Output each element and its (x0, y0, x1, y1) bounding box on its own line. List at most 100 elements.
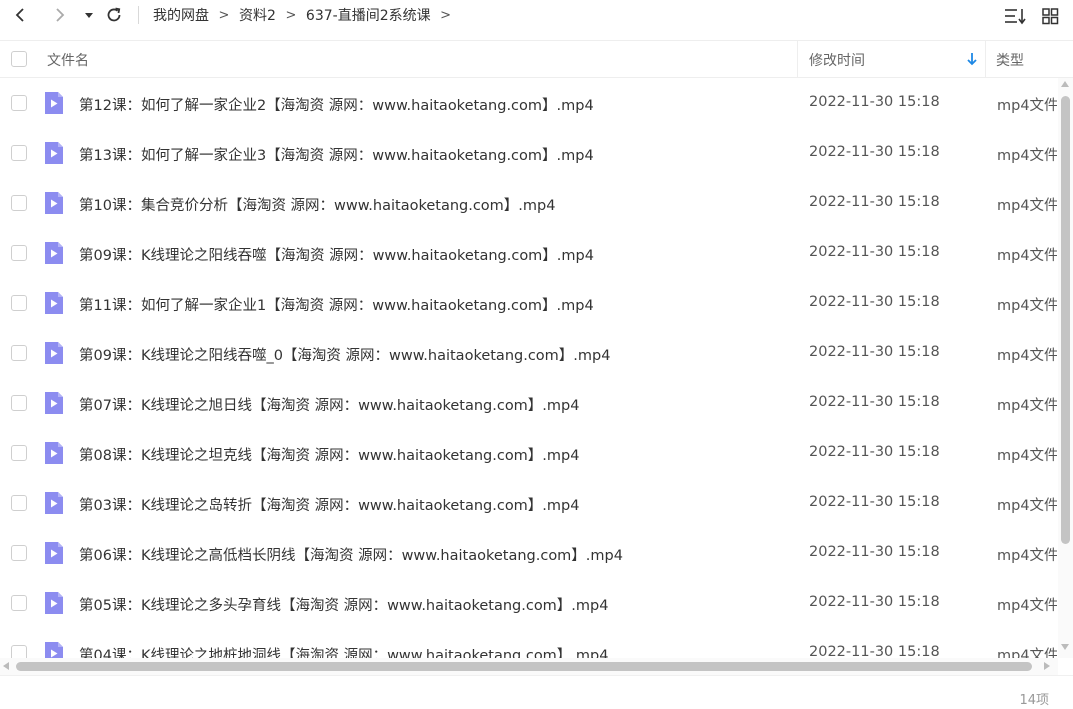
column-type-header[interactable]: 类型 (996, 50, 1024, 70)
breadcrumb-item-current[interactable]: 637-直播间2系统课 (306, 5, 431, 25)
file-type: mp4文件 (997, 398, 1057, 414)
video-file-icon (45, 592, 63, 614)
column-time-header[interactable]: 修改时间 (809, 50, 865, 70)
video-file-icon (45, 242, 63, 264)
video-file-icon (45, 442, 63, 464)
column-header: 文件名 修改时间 类型 (0, 40, 1073, 78)
file-modified-time: 2022-11-30 15:18 (809, 394, 940, 410)
file-modified-time: 2022-11-30 15:18 (809, 144, 940, 160)
row-checkbox[interactable] (11, 345, 27, 361)
file-name[interactable]: 第13课：如何了解一家企业3【海淘资 源网：www.haitaoketang.c… (79, 144, 594, 165)
horizontal-scroll-thumb[interactable] (16, 662, 1032, 671)
file-name[interactable]: 第07课：K线理论之旭日线【海淘资 源网：www.haitaoketang.co… (79, 394, 579, 415)
grid-view-button[interactable] (1039, 5, 1061, 27)
file-row[interactable]: 第07课：K线理论之旭日线【海淘资 源网：www.haitaoketang.co… (0, 378, 1057, 428)
video-file-icon (45, 642, 63, 658)
column-divider[interactable] (797, 41, 798, 77)
file-name[interactable]: 第04课：K线理论之地桩地洞线【海淘资 源网：www.haitaoketang.… (79, 644, 608, 658)
vertical-scroll-thumb[interactable] (1061, 96, 1070, 544)
file-modified-time: 2022-11-30 15:18 (809, 194, 940, 210)
file-name[interactable]: 第06课：K线理论之高低档长阴线【海淘资 源网：www.haitaoketang… (79, 544, 623, 565)
file-type: mp4文件 (997, 648, 1057, 658)
file-type: mp4文件 (997, 448, 1057, 464)
file-modified-time: 2022-11-30 15:18 (809, 594, 940, 610)
history-dropdown-button[interactable] (78, 4, 100, 26)
scroll-up-arrow-icon[interactable] (1061, 81, 1069, 87)
video-file-icon (45, 392, 63, 414)
file-row[interactable]: 第04课：K线理论之地桩地洞线【海淘资 源网：www.haitaoketang.… (0, 628, 1057, 658)
file-name[interactable]: 第05课：K线理论之多头孕育线【海淘资 源网：www.haitaoketang.… (79, 594, 608, 615)
row-checkbox[interactable] (11, 445, 27, 461)
column-divider[interactable] (985, 41, 986, 77)
refresh-icon (107, 7, 121, 22)
breadcrumb: 我的网盘 > 资料2 > 637-直播间2系统课 > (153, 5, 461, 25)
file-type: mp4文件 (997, 298, 1057, 314)
breadcrumb-item-folder[interactable]: 资料2 (239, 5, 276, 25)
sort-list-icon (1005, 9, 1026, 25)
file-row[interactable]: 第06课：K线理论之高低档长阴线【海淘资 源网：www.haitaoketang… (0, 528, 1057, 578)
back-button[interactable] (10, 4, 32, 26)
file-row[interactable]: 第09课：K线理论之阳线吞噬_0【海淘资 源网：www.haitaoketang… (0, 328, 1057, 378)
scroll-left-arrow-icon[interactable] (3, 662, 9, 670)
toolbar: 我的网盘 > 资料2 > 637-直播间2系统课 > (0, 0, 1073, 32)
breadcrumb-item-root[interactable]: 我的网盘 (153, 5, 209, 25)
row-checkbox[interactable] (11, 195, 27, 211)
vertical-scrollbar[interactable] (1058, 78, 1073, 658)
file-type: mp4文件 (997, 98, 1057, 114)
video-file-icon (45, 342, 63, 364)
video-file-icon (45, 292, 63, 314)
row-checkbox[interactable] (11, 295, 27, 311)
file-name[interactable]: 第09课：K线理论之阳线吞噬_0【海淘资 源网：www.haitaoketang… (79, 344, 610, 365)
refresh-button[interactable] (103, 4, 125, 26)
row-checkbox[interactable] (11, 395, 27, 411)
forward-button[interactable] (48, 4, 70, 26)
row-checkbox[interactable] (11, 245, 27, 261)
scroll-down-arrow-icon[interactable] (1061, 644, 1069, 650)
file-name[interactable]: 第09课：K线理论之阳线吞噬【海淘资 源网：www.haitaoketang.c… (79, 244, 594, 265)
file-modified-time: 2022-11-30 15:18 (809, 544, 940, 560)
file-row[interactable]: 第12课：如何了解一家企业2【海淘资 源网：www.haitaoketang.c… (0, 78, 1057, 128)
file-row[interactable]: 第13课：如何了解一家企业3【海淘资 源网：www.haitaoketang.c… (0, 128, 1057, 178)
video-file-icon (45, 142, 63, 164)
row-checkbox[interactable] (11, 645, 27, 658)
file-type: mp4文件 (997, 348, 1057, 364)
file-modified-time: 2022-11-30 15:18 (809, 444, 940, 460)
file-type: mp4文件 (997, 248, 1057, 264)
row-checkbox[interactable] (11, 495, 27, 511)
file-row[interactable]: 第11课：如何了解一家企业1【海淘资 源网：www.haitaoketang.c… (0, 278, 1057, 328)
file-name[interactable]: 第10课：集合竞价分析【海淘资 源网：www.haitaoketang.com】… (79, 194, 555, 215)
row-checkbox[interactable] (11, 95, 27, 111)
file-type: mp4文件 (997, 548, 1057, 564)
select-all-checkbox[interactable] (11, 51, 27, 67)
sort-descending-icon[interactable] (965, 52, 979, 66)
file-name[interactable]: 第11课：如何了解一家企业1【海淘资 源网：www.haitaoketang.c… (79, 294, 594, 315)
file-name[interactable]: 第08课：K线理论之坦克线【海淘资 源网：www.haitaoketang.co… (79, 444, 579, 465)
grid-icon (1042, 8, 1059, 25)
row-checkbox[interactable] (11, 595, 27, 611)
file-row[interactable]: 第09课：K线理论之阳线吞噬【海淘资 源网：www.haitaoketang.c… (0, 228, 1057, 278)
row-checkbox[interactable] (11, 145, 27, 161)
file-name[interactable]: 第03课：K线理论之岛转折【海淘资 源网：www.haitaoketang.co… (79, 494, 579, 515)
breadcrumb-separator: > (218, 7, 230, 23)
breadcrumb-separator: > (285, 7, 297, 23)
toolbar-divider (138, 6, 139, 24)
file-row[interactable]: 第10课：集合竞价分析【海淘资 源网：www.haitaoketang.com】… (0, 178, 1057, 228)
horizontal-scrollbar[interactable] (0, 658, 1058, 675)
item-count: 14项 (1019, 693, 1049, 708)
file-row[interactable]: 第08课：K线理论之坦克线【海淘资 源网：www.haitaoketang.co… (0, 428, 1057, 478)
sort-options-button[interactable] (1004, 5, 1026, 27)
file-modified-time: 2022-11-30 15:18 (809, 644, 940, 658)
video-file-icon (45, 492, 63, 514)
caret-down-icon (85, 13, 93, 18)
file-modified-time: 2022-11-30 15:18 (809, 344, 940, 360)
column-name-header[interactable]: 文件名 (47, 50, 89, 70)
video-file-icon (45, 542, 63, 564)
row-checkbox[interactable] (11, 545, 27, 561)
scroll-right-arrow-icon[interactable] (1044, 662, 1050, 670)
file-row[interactable]: 第05课：K线理论之多头孕育线【海淘资 源网：www.haitaoketang.… (0, 578, 1057, 628)
status-bar: 14项 (0, 675, 1073, 709)
file-list: 第12课：如何了解一家企业2【海淘资 源网：www.haitaoketang.c… (0, 78, 1057, 658)
breadcrumb-separator[interactable]: > (431, 8, 461, 23)
file-name[interactable]: 第12课：如何了解一家企业2【海淘资 源网：www.haitaoketang.c… (79, 94, 594, 115)
file-row[interactable]: 第03课：K线理论之岛转折【海淘资 源网：www.haitaoketang.co… (0, 478, 1057, 528)
